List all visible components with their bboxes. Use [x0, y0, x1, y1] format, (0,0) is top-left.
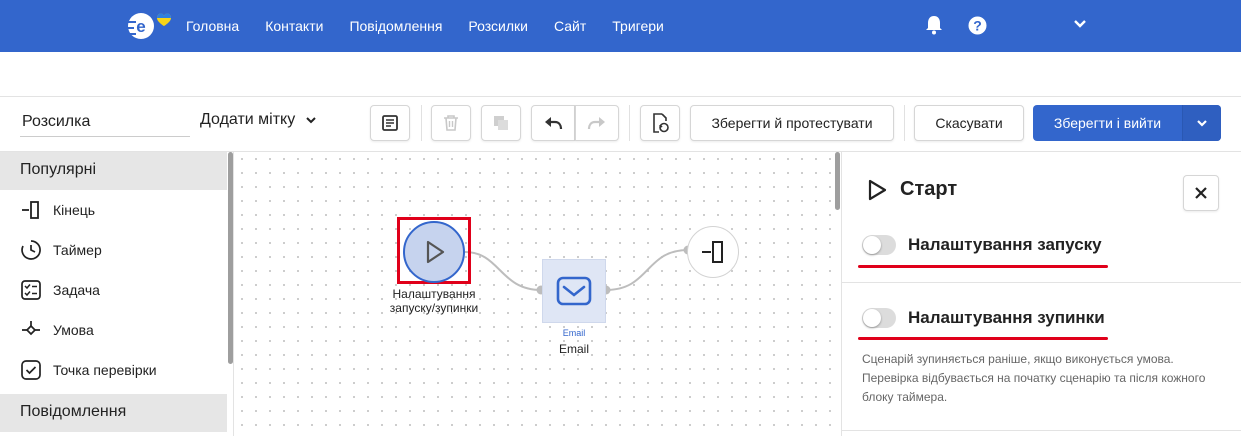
svg-text:?: ? [973, 18, 982, 34]
email-node-label: Email [558, 342, 589, 356]
nav-link-contacts[interactable]: Контакти [265, 18, 323, 34]
email-node-caption: Email [562, 328, 586, 338]
launch-settings-row: Налаштування запуску [862, 235, 1102, 255]
chevron-down-icon [306, 117, 316, 124]
redo-button[interactable] [575, 105, 619, 141]
chevron-down-icon [1197, 120, 1207, 127]
palette-item-label: Точка перевірки [53, 362, 157, 378]
nav-link-site[interactable]: Сайт [554, 18, 586, 34]
palette-item-checkpoint[interactable]: Точка перевірки [0, 350, 233, 390]
save-and-exit-button-group: Зберегти і вийти [1033, 105, 1221, 141]
stop-highlight-underline [858, 337, 1108, 340]
palette-item-end[interactable]: Кінець [0, 190, 233, 230]
panel-divider [842, 282, 1241, 283]
nav-link-home[interactable]: Головна [186, 18, 239, 34]
palette-item-timer[interactable]: Таймер [0, 230, 233, 270]
launch-settings-label: Налаштування запуску [908, 235, 1102, 254]
palette-item-label: Кінець [53, 202, 96, 218]
palette-item-label: Задача [53, 282, 100, 298]
play-icon [426, 240, 445, 264]
close-icon [1195, 187, 1207, 199]
stop-settings-description: Сценарій зупиняється раніше, якщо викону… [862, 352, 1206, 404]
end-icon [702, 241, 723, 263]
launch-highlight-underline [858, 265, 1108, 268]
editor-toolbar: Додати мітку [0, 96, 1241, 152]
palette-section-messages[interactable]: Повідомлення [0, 394, 227, 432]
timer-icon [21, 240, 41, 260]
cancel-label: Скасувати [935, 115, 1003, 131]
top-navigation-bar: e Головна Контакти Повідомлення Розсилки… [0, 0, 1241, 52]
save-and-test-label: Зберегти й протестувати [711, 115, 873, 131]
end-icon [22, 201, 39, 219]
stop-settings-toggle[interactable] [862, 308, 896, 328]
nav-link-triggers[interactable]: Тригери [612, 18, 664, 34]
svg-text:e: e [136, 17, 145, 36]
canvas-scrollbar[interactable] [835, 152, 840, 210]
task-icon [21, 280, 41, 300]
palette-scrollbar[interactable] [228, 152, 233, 364]
add-tag-dropdown[interactable]: Додати мітку [200, 111, 317, 129]
start-node-label: Налаштування запуску/зупинки [389, 287, 479, 315]
save-and-exit-button[interactable]: Зберегти і вийти [1033, 105, 1183, 141]
nav-link-mailings[interactable]: Розсилки [468, 18, 528, 34]
document-refresh-icon [653, 113, 669, 133]
redo-icon [587, 117, 605, 130]
workflow-name-input[interactable] [20, 107, 190, 137]
palette-item-label: Таймер [53, 242, 102, 258]
reset-layout-button[interactable] [640, 105, 680, 141]
palette-item-task[interactable]: Задача [0, 270, 233, 310]
email-icon [556, 276, 592, 306]
bell-icon[interactable] [925, 15, 943, 35]
start-node[interactable] [403, 221, 465, 283]
chevron-down-icon[interactable] [1072, 16, 1088, 32]
condition-icon [22, 321, 40, 336]
stop-settings-label: Налаштування зупинки [908, 308, 1105, 327]
launch-settings-toggle[interactable] [862, 235, 896, 255]
save-and-test-button[interactable]: Зберегти й протестувати [690, 105, 894, 141]
help-icon[interactable]: ? [968, 16, 987, 35]
palette-section-popular[interactable]: Популярні [0, 152, 227, 190]
save-options-dropdown[interactable] [1183, 105, 1221, 141]
play-icon [868, 179, 887, 200]
cancel-button[interactable]: Скасувати [914, 105, 1024, 141]
email-node[interactable] [542, 259, 606, 323]
palette-item-label: Умова [53, 322, 94, 338]
nav-link-messages[interactable]: Повідомлення [349, 18, 442, 34]
save-and-exit-label: Зберегти і вийти [1053, 115, 1162, 131]
undo-icon [545, 117, 563, 130]
panel-title-text: Старт [900, 178, 958, 200]
undo-button[interactable] [531, 105, 575, 141]
stop-settings-row: Налаштування зупинки [862, 308, 1105, 328]
panel-title: Старт [866, 178, 957, 201]
palette-item-condition[interactable]: Умова [0, 310, 233, 350]
checkpoint-icon [21, 360, 41, 380]
end-node[interactable] [687, 226, 739, 278]
add-tag-label: Додати мітку [200, 111, 296, 128]
note-icon [382, 115, 398, 131]
trash-icon [444, 115, 458, 131]
workflow-canvas[interactable] [235, 152, 841, 436]
close-panel-button[interactable] [1183, 175, 1219, 211]
copy-icon [494, 116, 508, 130]
delete-button[interactable] [431, 105, 471, 141]
copy-button[interactable] [481, 105, 521, 141]
notes-button[interactable] [370, 105, 410, 141]
panel-divider [842, 430, 1241, 431]
settings-panel: Старт Налаштування запуску Налаштування … [841, 152, 1241, 436]
block-palette: Популярні Кінець Таймер Задача Умова Точ… [0, 152, 234, 436]
esputnik-logo[interactable]: e [124, 8, 172, 42]
